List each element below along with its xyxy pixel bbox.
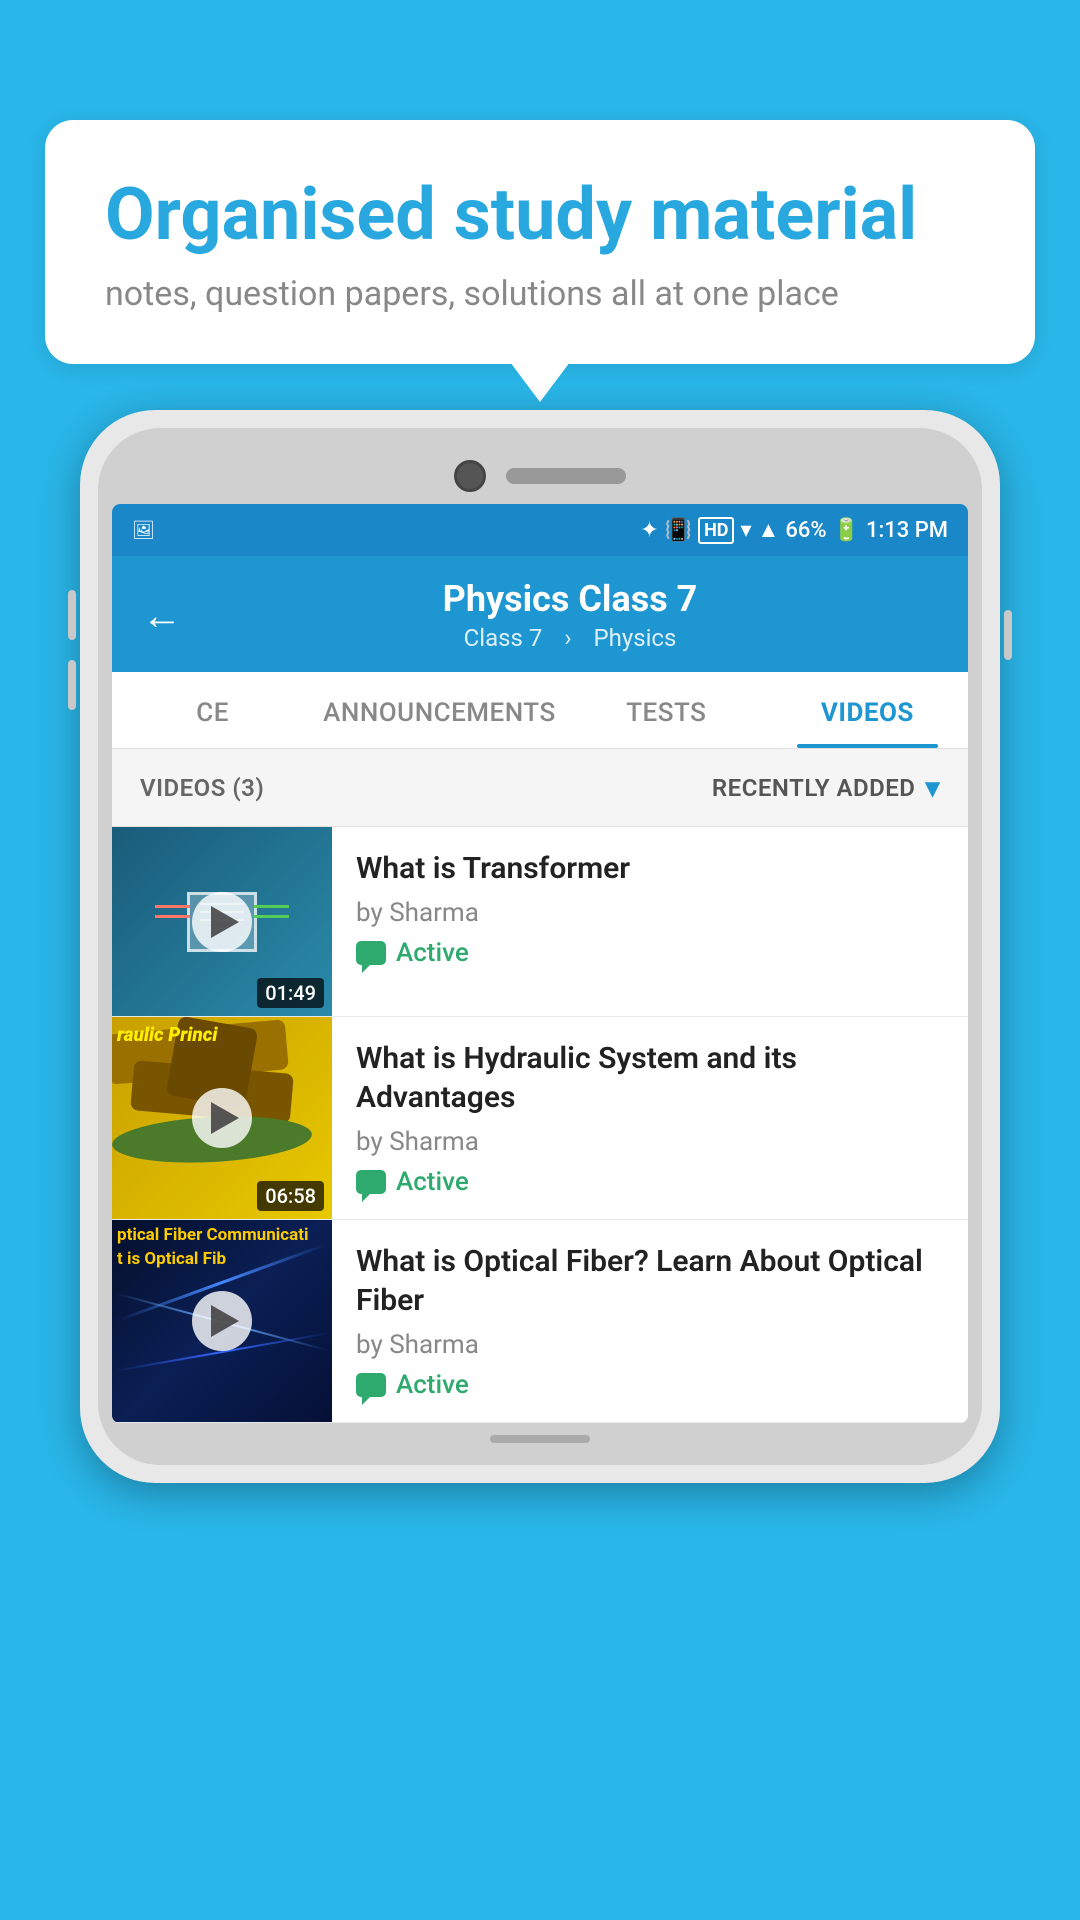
hydraulic-thumbnail-text: raulic Princi [117,1023,217,1046]
time-display: 1:13 PM [866,518,948,543]
breadcrumb-separator: › [564,624,571,652]
video-author-1: by Sharma [356,898,944,928]
speech-bubble: Organised study material notes, question… [45,120,1035,364]
play-button-3[interactable] [192,1291,252,1351]
video-author-3: by Sharma [356,1330,944,1360]
phone-bottom-bar [112,1423,968,1451]
camera [454,460,486,492]
sort-dropdown[interactable]: RECENTLY ADDED ▾ [712,771,940,804]
breadcrumb-class: Class 7 [464,624,543,652]
bubble-subtitle: notes, question papers, solutions all at… [105,274,975,314]
speaker [506,468,626,484]
status-left: 🖼 [132,520,155,541]
play-button-2[interactable] [192,1088,252,1148]
video-thumbnail-2: raulic Princi 06:58 [112,1017,332,1219]
filter-bar: VIDEOS (3) RECENTLY ADDED ▾ [112,749,968,827]
video-author-2: by Sharma [356,1127,944,1157]
video-status-1: Active [356,938,944,968]
app-header: ← Physics Class 7 Class 7 › Physics [112,556,968,672]
battery-icon: 🔋 [833,518,860,543]
optical-thumbnail-text-2: t is Optical Fib [117,1249,327,1269]
status-right: ✦ 📳 HD ▾ ▲ 66% 🔋 1:13 PM [640,517,948,544]
chat-icon-3 [356,1373,386,1397]
signal-icon: ▲ [758,517,780,543]
screen: 🖼 ✦ 📳 HD ▾ ▲ 66% 🔋 1:13 PM ← [112,504,968,1423]
bubble-title: Organised study material [105,175,975,254]
play-triangle-2 [211,1102,239,1134]
video-thumbnail-1: 01:49 [112,827,332,1016]
video-item-2[interactable]: raulic Princi 06:58 What is Hydraulic Sy… [112,1017,968,1220]
breadcrumb-subject: Physics [593,624,676,652]
volume-down-button [68,660,76,710]
header-breadcrumb: Class 7 › Physics [202,624,938,652]
tabs-bar: CE ANNOUNCEMENTS TESTS VIDEOS [112,672,968,749]
play-triangle-3 [211,1305,239,1337]
wifi-icon: ▾ [740,518,751,543]
phone-mockup: 🖼 ✦ 📳 HD ▾ ▲ 66% 🔋 1:13 PM ← [80,410,1000,1920]
power-button [1004,610,1012,660]
vibrate-icon: 📳 [665,518,692,543]
volume-up-button [68,590,76,640]
video-item-3[interactable]: ptical Fiber Communicati t is Optical Fi… [112,1220,968,1423]
sort-label: RECENTLY ADDED [712,774,916,802]
tab-videos[interactable]: VIDEOS [767,672,968,748]
power-side-button [1004,610,1012,660]
video-info-2: What is Hydraulic System and its Advanta… [332,1017,968,1219]
chat-icon-2 [356,1170,386,1194]
bluetooth-icon: ✦ [640,518,658,543]
phone-top-bar [112,442,968,504]
video-title-3: What is Optical Fiber? Learn About Optic… [356,1242,944,1320]
video-title-1: What is Transformer [356,849,944,888]
video-item-1[interactable]: 01:49 What is Transformer by Sharma Acti… [112,827,968,1017]
volume-buttons [68,590,76,710]
video-title-2: What is Hydraulic System and its Advanta… [356,1039,944,1117]
video-thumbnail-3: ptical Fiber Communicati t is Optical Fi… [112,1220,332,1422]
tab-announcements[interactable]: ANNOUNCEMENTS [313,672,566,748]
play-triangle-1 [211,906,239,938]
video-status-2: Active [356,1167,944,1197]
video-duration-2: 06:58 [257,1181,324,1211]
tab-ce[interactable]: CE [112,672,313,748]
battery-percent: 66% [785,518,826,543]
home-indicator [490,1435,590,1443]
image-icon: 🖼 [132,520,155,541]
hd-badge: HD [698,517,734,544]
video-duration-1: 01:49 [257,978,324,1008]
phone-outer: 🖼 ✦ 📳 HD ▾ ▲ 66% 🔋 1:13 PM ← [80,410,1000,1483]
play-button-1[interactable] [192,892,252,952]
speech-bubble-container: Organised study material notes, question… [45,120,1035,364]
video-info-1: What is Transformer by Sharma Active [332,827,968,1016]
header-main-title: Physics Class 7 [202,578,938,620]
status-bar: 🖼 ✦ 📳 HD ▾ ▲ 66% 🔋 1:13 PM [112,504,968,556]
video-count-label: VIDEOS (3) [140,774,264,802]
optical-thumbnail-text-1: ptical Fiber Communicati [117,1225,327,1245]
back-button[interactable]: ← [142,592,182,639]
chat-icon-1 [356,941,386,965]
phone-inner: 🖼 ✦ 📳 HD ▾ ▲ 66% 🔋 1:13 PM ← [98,428,982,1465]
video-info-3: What is Optical Fiber? Learn About Optic… [332,1220,968,1422]
chevron-down-icon: ▾ [925,771,940,804]
header-title-block: Physics Class 7 Class 7 › Physics [202,578,938,652]
video-list: 01:49 What is Transformer by Sharma Acti… [112,827,968,1423]
tab-tests[interactable]: TESTS [566,672,767,748]
video-status-3: Active [356,1370,944,1400]
